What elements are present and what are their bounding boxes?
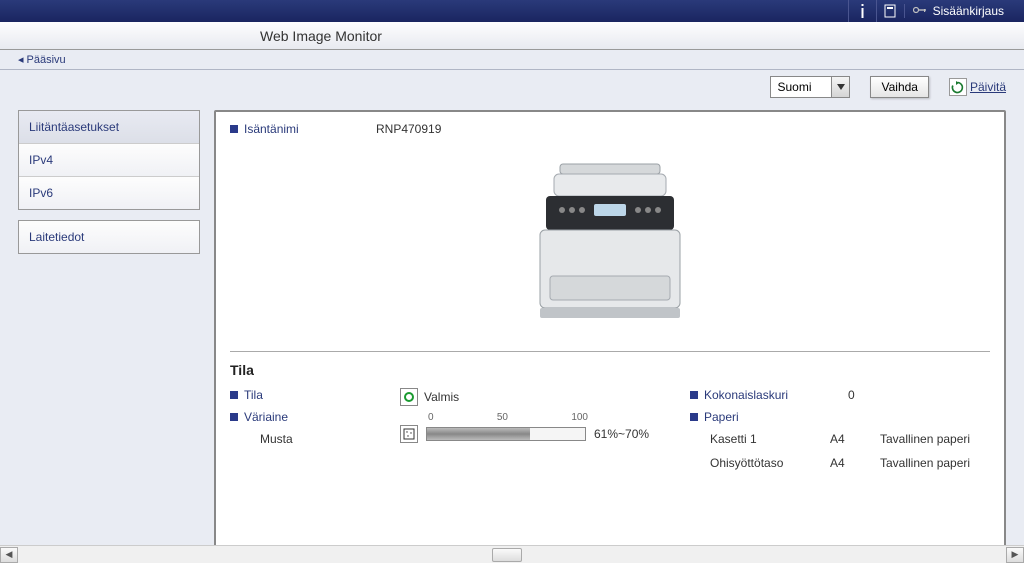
horizontal-scrollbar[interactable]: ◀ ▶ <box>0 545 1024 563</box>
host-label: Isäntänimi <box>230 122 360 136</box>
breadcrumb-home[interactable]: Pääsivu <box>27 54 66 66</box>
sidebar-item-ipv4[interactable]: IPv4 <box>19 144 199 177</box>
main-panel-wrap: Isäntänimi RNP470919 <box>200 70 1024 563</box>
scroll-right-arrow[interactable]: ▶ <box>1006 547 1024 563</box>
toolbar: Suomi Vaihda Päivitä <box>770 76 1006 98</box>
key-icon <box>913 4 927 18</box>
status-grid: Tila Väriaine Musta Valmis 0 50 <box>230 388 990 480</box>
status-title: Tila <box>230 362 990 378</box>
toner-color-label: Musta <box>230 432 380 446</box>
sidebar-item-interface-settings[interactable]: Liitäntäasetukset <box>19 111 199 144</box>
language-value: Suomi <box>771 80 831 94</box>
ok-icon <box>400 388 418 406</box>
scroll-thumb[interactable] <box>492 548 522 562</box>
main-panel: Isäntänimi RNP470919 <box>214 110 1006 550</box>
app-title: Web Image Monitor <box>260 28 382 44</box>
breadcrumb: ◂ Pääsivu <box>0 50 1024 70</box>
scroll-track[interactable] <box>18 547 1006 563</box>
breadcrumb-caret: ◂ <box>18 53 24 66</box>
admin-icon[interactable] <box>876 0 904 22</box>
toner-row: 61%~70% <box>400 425 670 443</box>
top-bar: Sisäänkirjaus <box>0 0 1024 22</box>
counter-row: Kokonaislaskuri 0 <box>690 388 990 402</box>
scroll-left-arrow[interactable]: ◀ <box>0 547 18 563</box>
paper-row-1: Kasetti 1 A4 Tavallinen paperi <box>690 432 990 446</box>
status-ready: Valmis <box>400 388 670 406</box>
paper-row-2: Ohisyöttötaso A4 Tavallinen paperi <box>690 456 990 470</box>
printer-image <box>230 156 990 336</box>
divider <box>230 351 990 352</box>
title-bar: Web Image Monitor <box>0 22 1024 50</box>
sidebar-item-ipv6[interactable]: IPv6 <box>19 177 199 209</box>
toner-percent: 61%~70% <box>594 427 649 441</box>
toner-bar <box>426 427 586 441</box>
status-value: Valmis <box>424 390 459 404</box>
switch-button[interactable]: Vaihda <box>870 76 928 98</box>
language-select[interactable]: Suomi <box>770 76 850 98</box>
refresh-button[interactable]: Päivitä <box>949 78 1006 96</box>
login-label: Sisäänkirjaus <box>933 4 1004 18</box>
chevron-down-icon[interactable] <box>831 77 849 97</box>
paper-label-row: Paperi <box>690 410 990 424</box>
counter-value: 0 <box>848 388 855 402</box>
content-area: Suomi Vaihda Päivitä Liitäntäasetukset I… <box>0 70 1024 563</box>
info-icon[interactable] <box>848 0 876 22</box>
host-row: Isäntänimi RNP470919 <box>230 122 990 136</box>
sidebar-group-device: Laitetiedot <box>18 220 200 254</box>
state-label-row: Tila <box>230 388 380 402</box>
toner-label-row: Väriaine <box>230 410 380 424</box>
sidebar: Liitäntäasetukset IPv4 IPv6 Laitetiedot <box>0 70 200 563</box>
paper-table: Kasetti 1 A4 Tavallinen paperi Ohisyöttö… <box>690 432 990 470</box>
host-value: RNP470919 <box>376 122 441 136</box>
refresh-icon <box>949 78 967 96</box>
login-button[interactable]: Sisäänkirjaus <box>904 4 1012 18</box>
sidebar-group-interface: Liitäntäasetukset IPv4 IPv6 <box>18 110 200 210</box>
sidebar-item-device-info[interactable]: Laitetiedot <box>19 221 199 253</box>
toner-icon <box>400 425 418 443</box>
refresh-label: Päivitä <box>970 80 1006 94</box>
toner-scale: 0 50 100 <box>428 412 588 423</box>
